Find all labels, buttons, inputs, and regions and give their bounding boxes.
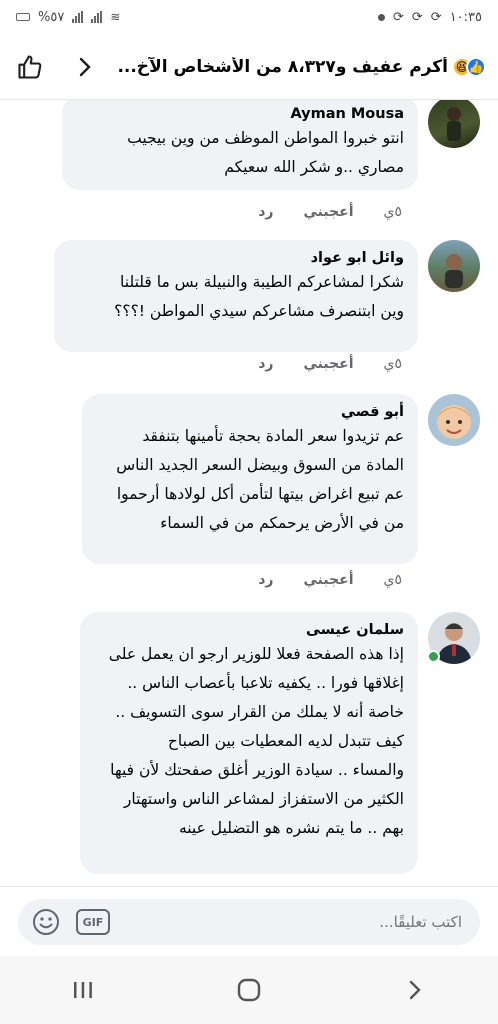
signal-icon [72, 11, 84, 23]
comments-list: Ayman Mousa انتو خبروا المواطن الموظف من… [0, 100, 498, 886]
status-bar: %٥٧ ≋ ⟳ ⟳ ⟳ ١٠:٣٥ [0, 0, 498, 34]
comment-input[interactable] [110, 913, 468, 931]
comment-actions: ٥ي أعجبني رد [258, 356, 402, 372]
comment-composer: GIF [0, 886, 498, 956]
avatar[interactable] [428, 394, 480, 446]
comment-text-line: إغلاقها فورا .. يكفيه تلاعبا بأعصاب النا… [127, 674, 404, 692]
comment-text-line: مصاري ..و شكر الله سعيكم [224, 158, 404, 176]
wifi-icon: ≋ [110, 10, 121, 24]
comment-actions: ٥ي أعجبني رد [258, 572, 402, 588]
comment-text-line: المادة من السوق وبيضل السعر الجديد الناس [116, 456, 404, 474]
comment-bubble: أبو قصي عم تزيدوا سعر المادة بحجة تأمينه… [82, 394, 418, 564]
recent-apps-button[interactable] [53, 966, 113, 1014]
sync-icon: ⟳ [411, 9, 423, 25]
comment-author[interactable]: Ayman Mousa [76, 104, 404, 124]
reactions-title[interactable]: أكرم عفيف و٨،٣٢٧ من الأشخاص الآخ... [100, 57, 448, 77]
comment-author[interactable]: وائل ابو عواد [68, 248, 404, 268]
comment-box: GIF [18, 899, 480, 945]
comment-text-line: شكرا لمشاعركم الطيبة والنبيلة بس ما قلتل… [120, 273, 404, 291]
avatar[interactable] [428, 240, 480, 292]
comment-author[interactable]: أبو قصي [96, 402, 404, 422]
emoji-button[interactable] [30, 906, 62, 938]
comment-author[interactable]: سلمان عيسى [94, 620, 404, 640]
comment-bubble: Ayman Mousa انتو خبروا المواطن الموظف من… [62, 100, 418, 190]
notification-dot-icon [377, 13, 385, 21]
recent-apps-icon [74, 982, 92, 998]
home-button[interactable] [219, 966, 279, 1014]
reply-link[interactable]: رد [258, 204, 273, 220]
comment-text-line: إذا هذه الصفحة فعلا للوزير ارجو ان يعمل … [108, 645, 404, 663]
comment-bubble: سلمان عيسى إذا هذه الصفحة فعلا للوزير ار… [80, 612, 418, 874]
post-reactions-header: أكرم عفيف و٨،٣٢٧ من الأشخاص الآخ... 😆 👍 [0, 34, 498, 100]
back-button[interactable] [70, 49, 100, 85]
comment-text-line: والمساء .. سيادة الوزير أغلق صفحتك لأن ف… [110, 761, 404, 779]
comment-time: ٥ي [383, 356, 403, 372]
comment-text-line: من في الأرض يرحمكم من في السماء [160, 514, 404, 532]
chevron-right-icon [409, 980, 421, 1000]
smiley-icon [33, 909, 59, 935]
comment-text-line: انتو خبروا المواطن الموظف من وين بيجيب [127, 129, 404, 147]
reaction-icons: 😆 👍 [452, 56, 486, 77]
comment-text-line: عم تزيدوا سعر المادة بحجة تأمينها بتنفقد [142, 427, 404, 445]
clock-time: ١٠:٣٥ [449, 9, 482, 25]
comment-text-line: عم تبيع اغراض بيتها لتأمن أكل لولادها أر… [116, 485, 404, 503]
reply-link[interactable]: رد [258, 572, 273, 588]
online-status-indicator [427, 650, 440, 663]
like-link[interactable]: أعجبني [303, 204, 353, 220]
comment-bubble: وائل ابو عواد شكرا لمشاعركم الطيبة والنب… [54, 240, 418, 352]
avatar[interactable] [428, 100, 480, 148]
comment-text-line: كيف تتبدل لديه المعطيات بين الصباح [167, 732, 404, 750]
sync-icon: ⟳ [392, 9, 404, 25]
comment-text-line: خاصة أنه لا يملك من القرار سوى التسويف .… [115, 703, 404, 721]
sync-icon: ⟳ [430, 9, 442, 25]
like-link[interactable]: أعجبني [303, 572, 353, 588]
comment-text-line: بهم .. ما يتم نشره هو التضليل عينه [178, 819, 404, 837]
comment-text-line: وين ابتنصرف مشاعركم سيدي المواطن !؟؟؟ [114, 302, 404, 320]
reply-link[interactable]: رد [258, 356, 273, 372]
comment-text-line: الكثير من الاستفزاز لمشاعر الناس واستهتا… [123, 790, 404, 808]
signal-icon-2 [91, 11, 103, 23]
chevron-right-icon [79, 57, 91, 76]
comment-time: ٥ي [383, 572, 403, 588]
back-nav-button[interactable] [385, 966, 445, 1014]
battery-level: %٥٧ [38, 9, 65, 25]
battery-icon [16, 13, 30, 21]
comment-actions: ٥ي أعجبني رد [258, 204, 402, 220]
like-button[interactable] [12, 49, 48, 85]
like-reaction-icon: 👍 [466, 56, 486, 77]
comment-time: ٥ي [383, 204, 403, 220]
system-navigation-bar [0, 956, 498, 1024]
home-icon [237, 978, 261, 1002]
thumbs-up-icon [18, 54, 42, 79]
gif-button[interactable]: GIF [76, 909, 110, 935]
like-link[interactable]: أعجبني [303, 356, 353, 372]
